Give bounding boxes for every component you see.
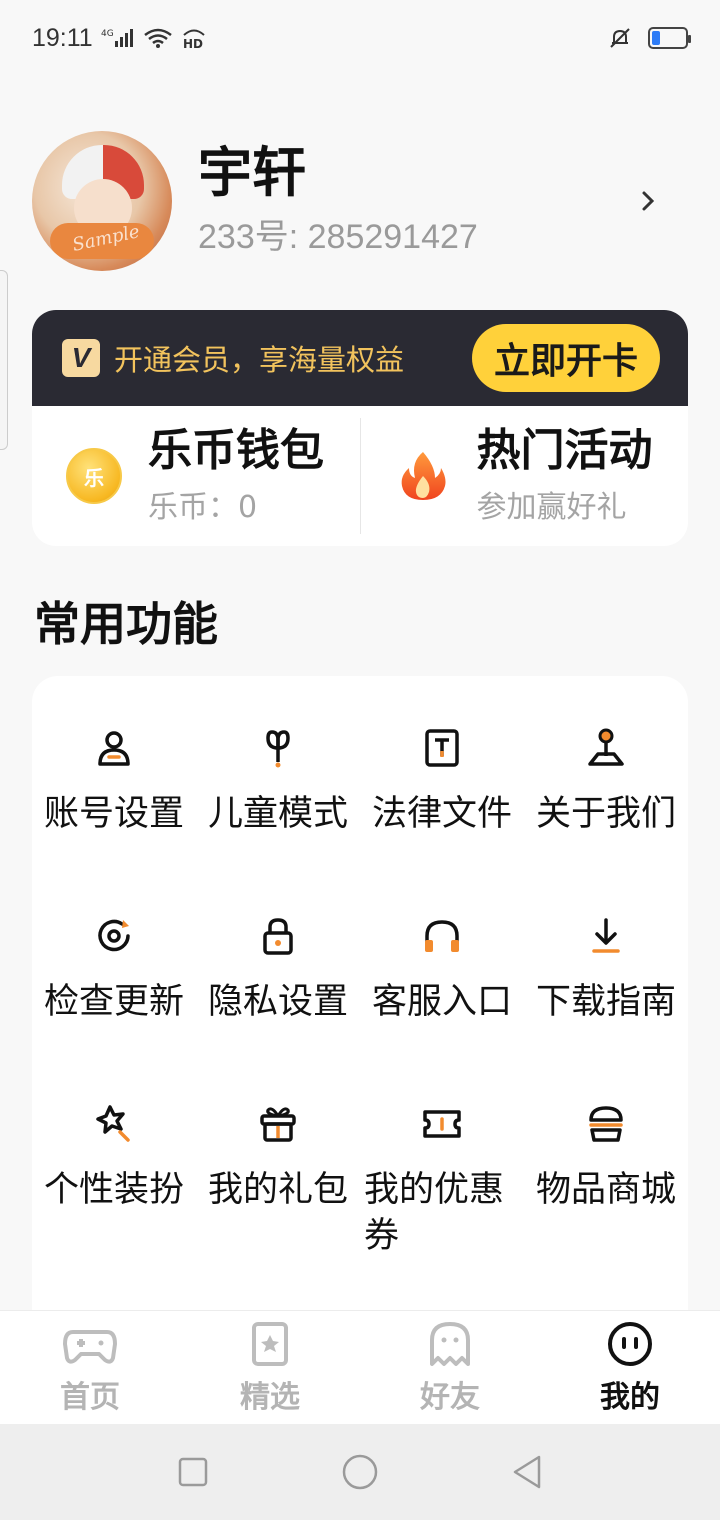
wifi-icon	[143, 28, 172, 48]
user-name: 宇轩	[198, 141, 306, 205]
recent-apps-icon[interactable]	[173, 1452, 213, 1492]
feature-download-guide[interactable]: 下载指南	[524, 914, 688, 1026]
feature-label: 下载指南	[535, 982, 676, 1022]
feature-label: 客服入口	[371, 982, 512, 1022]
member-banner[interactable]: V 开通会员，享海量权益 立即开卡	[32, 310, 688, 406]
wallet-title: 乐币钱包	[148, 424, 324, 476]
feature-customer-service[interactable]: 客服入口	[360, 914, 524, 1026]
feature-label: 我的优惠券	[364, 1170, 505, 1256]
wallet-texts: 乐币钱包 乐币：0	[148, 424, 324, 527]
back-triangle-icon[interactable]	[507, 1452, 547, 1492]
activity-title: 热门活动	[476, 424, 653, 476]
feature-kids-mode[interactable]: 儿童模式	[196, 726, 360, 838]
nav-label-text: 我的	[600, 1379, 660, 1415]
nav-friends[interactable]: 好友	[360, 1311, 540, 1424]
refresh-icon	[98, 919, 130, 952]
profile-header[interactable]: Sample 宇轩 233号: 285291427	[32, 128, 688, 273]
feature-personal-dressup[interactable]: 个性装扮	[32, 1102, 196, 1214]
chevron-right-icon[interactable]	[640, 187, 658, 215]
feature-my-coupons[interactable]: 我的优惠券	[360, 1102, 524, 1259]
network-type: 4G	[101, 29, 114, 39]
activity-texts: 热门活动 参加赢好礼	[476, 424, 653, 527]
feature-label: 账号设置	[43, 794, 184, 834]
nav-home[interactable]: 首页	[0, 1311, 180, 1424]
profile-info: 宇轩 233号: 285291427	[198, 143, 478, 257]
user-icon	[98, 731, 130, 766]
status-right	[608, 26, 691, 50]
feature-label: 法律文件	[371, 794, 512, 834]
feature-label: 我的礼包	[207, 1170, 348, 1210]
magic-wand-icon	[96, 1105, 130, 1142]
store-icon	[589, 1106, 623, 1142]
member-row: 乐 乐币钱包 乐币：0 热门活动 参加赢好礼	[32, 406, 688, 546]
nav-label: 精选	[240, 1379, 300, 1415]
section-title: 常用功能	[34, 597, 218, 651]
sprout-icon	[266, 730, 290, 768]
mute-bell-icon	[610, 28, 630, 48]
lock-icon	[263, 918, 293, 955]
status-left: 19:11 4G HD	[32, 24, 207, 53]
wallet-balance: 乐币：0	[148, 490, 258, 526]
activity-sub: 参加赢好礼	[476, 490, 627, 526]
feature-label: 检查更新	[43, 982, 184, 1022]
coupon-icon	[423, 1110, 461, 1138]
ghost-icon	[430, 1321, 470, 1366]
star-card-icon	[252, 1321, 288, 1366]
download-icon	[592, 918, 620, 953]
nav-label: 首页	[60, 1379, 120, 1415]
feature-label: 隐私设置	[207, 982, 348, 1022]
feature-label: 儿童模式	[207, 794, 348, 834]
features-card: 账号设置 儿童模式 法律文件 关于我们 检查更新 隐私设置 客服入口 下载指南 …	[32, 676, 688, 1336]
gift-icon	[260, 1107, 296, 1142]
feature-about-us[interactable]: 关于我们	[524, 726, 688, 838]
battery-level	[652, 31, 660, 45]
user-id: 233号: 285291427	[198, 217, 478, 256]
edge-drawer-handle[interactable]	[0, 270, 8, 450]
member-promo-text: 开通会员，享海量权益	[114, 343, 405, 377]
joystick-icon	[588, 728, 624, 766]
feature-item-store[interactable]: 物品商城	[524, 1102, 688, 1214]
feature-check-update[interactable]: 检查更新	[32, 914, 196, 1026]
bottom-nav: 首页 精选 好友 我的	[0, 1310, 720, 1424]
feature-label: 关于我们	[535, 794, 676, 834]
battery-icon	[648, 27, 691, 49]
nav-mine[interactable]: 我的	[540, 1311, 720, 1424]
hd-icon: HD	[183, 29, 205, 50]
feature-privacy-settings[interactable]: 隐私设置	[196, 914, 360, 1026]
activity-entry[interactable]: 热门活动 参加赢好礼	[361, 406, 689, 546]
nav-featured[interactable]: 精选	[180, 1311, 360, 1424]
feature-legal-documents[interactable]: 法律文件	[360, 726, 524, 838]
headset-icon	[425, 920, 459, 952]
coin-icon: 乐	[66, 448, 122, 504]
gamepad-icon	[63, 1329, 117, 1364]
document-icon	[425, 729, 459, 767]
status-bar: 19:11 4G HD	[0, 0, 720, 76]
feature-label: 个性装扮	[43, 1170, 184, 1210]
member-card: V 开通会员，享海量权益 立即开卡 乐 乐币钱包 乐币：0 热门活动 参加赢好礼	[32, 310, 688, 546]
face-icon	[608, 1321, 652, 1366]
feature-account-settings[interactable]: 账号设置	[32, 726, 196, 838]
avatar[interactable]: Sample	[32, 130, 172, 271]
feature-my-gift-pack[interactable]: 我的礼包	[196, 1102, 360, 1214]
home-circle-icon[interactable]	[340, 1452, 380, 1492]
system-nav-bar	[0, 1424, 720, 1520]
nav-label: 好友	[420, 1379, 480, 1415]
svg-text:HD: HD	[183, 37, 203, 50]
fire-icon	[401, 452, 445, 500]
wallet-entry[interactable]: 乐 乐币钱包 乐币：0	[32, 406, 360, 546]
status-time: 19:11	[32, 23, 93, 52]
feature-label: 物品商城	[535, 1170, 676, 1210]
open-card-button[interactable]: 立即开卡	[472, 324, 660, 392]
nav-label: 我的	[600, 1372, 660, 1420]
signal-icon: 4G	[101, 29, 133, 47]
vip-badge-icon: V	[62, 339, 100, 377]
